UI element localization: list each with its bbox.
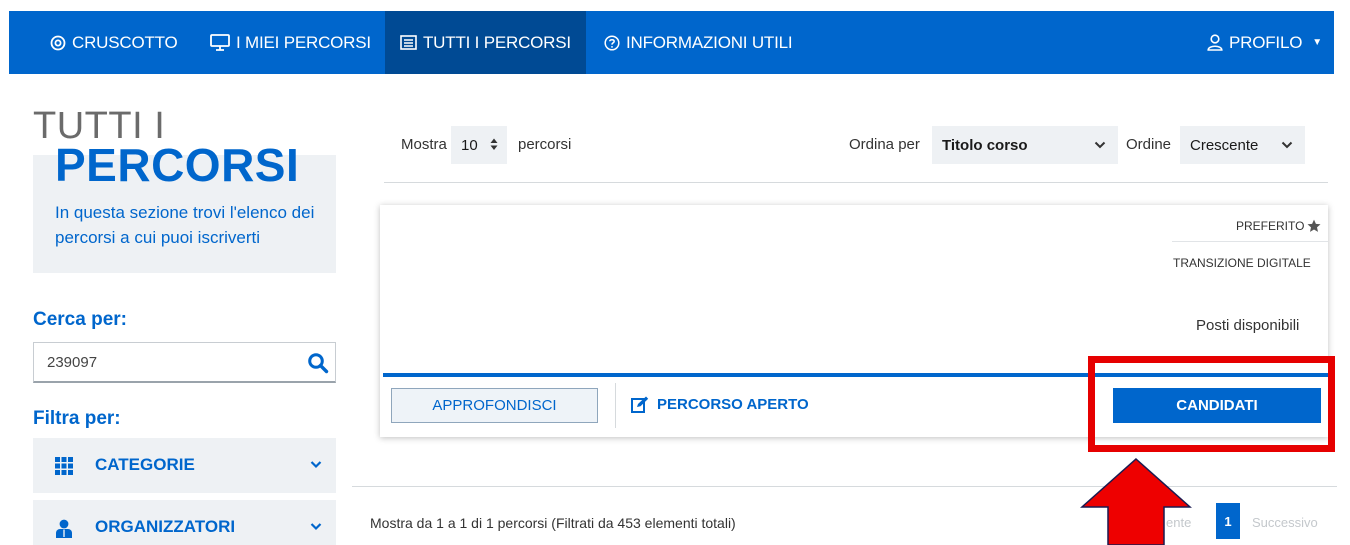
pagination-next[interactable]: Successivo [1252,515,1318,530]
divider [615,383,616,428]
user-icon [1207,34,1223,51]
page-title-line2: PERCORSI [55,139,300,191]
divider [384,182,1328,183]
nav-label: I MIEI PERCORSI [236,32,371,52]
sort-by-select[interactable]: Titolo corso [932,126,1118,164]
profile-menu[interactable]: PROFILO ▼ [1207,11,1322,74]
status-label: PERCORSO APERTO [657,396,809,413]
search-icon[interactable] [307,352,329,374]
order-select[interactable]: Crescente [1180,126,1305,164]
apply-button[interactable]: CANDIDATI [1113,388,1321,423]
chevron-down-icon [310,523,322,531]
star-icon [1307,219,1321,232]
show-label: Mostra [401,136,447,153]
profile-label: PROFILO [1229,32,1303,52]
nav-item-informazioni-utili[interactable]: INFORMAZIONI UTILI [604,11,793,74]
nav-item-i-miei-percorsi[interactable]: I MIEI PERCORSI [210,11,371,74]
sort-arrows-icon [490,138,498,150]
sort-label: Ordina per [849,136,920,153]
filter-organizzatori[interactable]: ORGANIZZATORI [33,500,336,545]
results-info: Mostra da 1 a 1 di 1 percorsi (Filtrati … [370,515,736,531]
favorite-label: PREFERITO [1236,219,1305,233]
page-size-value: 10 [461,136,478,154]
seats-available: Posti disponibili [1196,317,1300,334]
page-size-select[interactable]: 10 [451,126,507,164]
sort-by-value: Titolo corso [942,136,1028,154]
pagination-previous[interactable]: ente [1166,515,1191,530]
filter-label: ORGANIZZATORI [95,517,236,536]
edit-icon [631,396,649,413]
page-description: In questa sezione trovi l'elenco dei per… [55,203,315,247]
arrow-up-icon [1080,458,1192,545]
chevron-down-icon [310,461,322,469]
filter-categorie[interactable]: CATEGORIE [33,438,336,493]
nav-label: CRUSCOTTO [72,32,178,52]
help-circle-icon [604,34,620,51]
category-tag: TRANSIZIONE DIGITALE [1173,256,1311,270]
divider [1172,241,1328,242]
grid-icon [55,457,73,475]
search-input[interactable] [34,343,294,382]
nav-label: INFORMAZIONI UTILI [626,32,793,52]
card-accent-bar [383,373,1328,377]
users-icon [56,519,72,538]
nav-item-tutti-i-percorsi[interactable]: TUTTI I PERCORSI [385,11,586,74]
search-field [33,342,336,383]
order-label: Ordine [1126,136,1172,153]
course-status: PERCORSO APERTO [631,396,809,413]
list-icon [400,35,417,50]
filter-title: Filtra per: [33,408,121,429]
chevron-down-icon [1094,141,1106,149]
target-icon [50,35,66,50]
top-navigation: CRUSCOTTO I MIEI PERCORSI TUTTI I PERCOR… [9,11,1334,74]
details-button[interactable]: APPROFONDISCI [391,388,598,423]
show-suffix: percorsi [518,136,572,153]
pagination-page-1[interactable]: 1 [1216,503,1240,539]
nav-label: TUTTI I PERCORSI [423,32,571,52]
caret-down-icon: ▼ [1312,37,1322,48]
divider [352,486,1337,487]
nav-item-cruscotto[interactable]: CRUSCOTTO [50,11,178,74]
chevron-down-icon [1281,141,1293,149]
filter-label: CATEGORIE [95,455,195,474]
search-title: Cerca per: [33,309,127,330]
order-value: Crescente [1190,136,1259,154]
favorite-toggle[interactable]: PREFERITO [1236,219,1321,233]
monitor-icon [210,34,230,51]
